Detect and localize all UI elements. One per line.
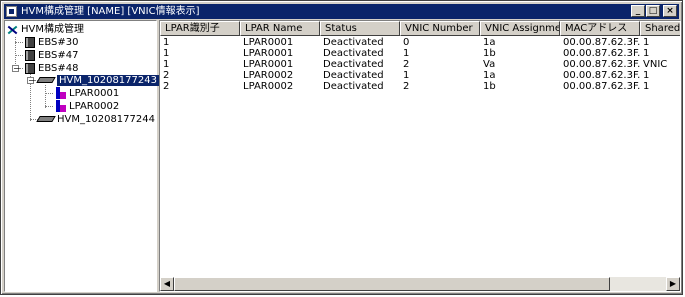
cell-lpar-name: LPAR0002 — [243, 81, 294, 92]
cell-mac-address: 00.00.87.62.3F.00 — [563, 37, 640, 48]
blade-icon — [36, 116, 56, 122]
cell-vnic-number: 1 — [403, 70, 410, 81]
main-window: HVM構成管理 [NAME] [VNIC情報表示] _ □ × HVM構成管理 … — [0, 0, 683, 295]
cell-status: Deactivated — [323, 81, 384, 92]
column-header-shared[interactable]: Shared N — [640, 21, 680, 36]
tree-item-label: EBS#30 — [38, 37, 79, 48]
column-header-mac-address[interactable]: MACアドレス — [560, 21, 640, 36]
cell-status: Deactivated — [323, 48, 384, 59]
scroll-left-icon[interactable]: ◀ — [160, 277, 174, 291]
cell-lpar-id: 1 — [163, 59, 170, 70]
cell-lpar-name: LPAR0001 — [243, 37, 294, 48]
cell-lpar-id: 2 — [163, 81, 170, 92]
tree-view[interactable]: HVM構成管理 EBS#30 EBS#47 − EBS#48 − HVM_102… — [4, 20, 159, 292]
tree-item-root[interactable]: HVM構成管理 — [7, 23, 84, 36]
cell-vnic-assignment: 1a — [483, 70, 496, 81]
blade-icon — [36, 77, 56, 83]
chassis-icon — [25, 49, 35, 61]
title-bar[interactable]: HVM構成管理 [NAME] [VNIC情報表示] _ □ × — [4, 4, 679, 19]
cell-vnic-assignment: 1a — [483, 37, 496, 48]
tree-item-chassis[interactable]: EBS#47 — [25, 49, 78, 62]
scrollbar-thumb[interactable] — [174, 277, 610, 291]
collapse-toggle[interactable]: − — [27, 77, 35, 85]
lpar-icon — [55, 100, 66, 112]
cell-shared: 1 — [643, 81, 650, 92]
cell-lpar-id: 1 — [163, 37, 170, 48]
hvm-manager-icon — [7, 24, 18, 35]
tree-line — [45, 93, 53, 94]
tree-line — [15, 42, 23, 43]
cell-lpar-name: LPAR0002 — [243, 70, 294, 81]
window-title: HVM構成管理 [NAME] [VNIC情報表示] — [21, 6, 200, 17]
minimize-button[interactable]: _ — [631, 5, 645, 17]
cell-vnic-assignment: 1b — [483, 48, 496, 59]
tree-item-label: HVM構成管理 — [21, 24, 84, 35]
maximize-button[interactable]: □ — [646, 5, 660, 17]
column-header-vnic-assignment[interactable]: VNIC Assignme... — [480, 21, 560, 36]
cell-shared: 1 — [643, 48, 650, 59]
cell-status: Deactivated — [323, 59, 384, 70]
column-header-vnic-number[interactable]: VNIC Number — [400, 21, 480, 36]
cell-shared: VNIC — [643, 59, 668, 70]
tree-item-label: LPAR0002 — [69, 101, 120, 112]
tree-item-lpar[interactable]: LPAR0001 — [55, 87, 119, 100]
cell-lpar-name: LPAR0001 — [243, 48, 294, 59]
scroll-right-icon[interactable]: ▶ — [666, 277, 680, 291]
horizontal-scrollbar[interactable]: ◀ ▶ — [160, 277, 680, 291]
chassis-icon — [25, 36, 35, 48]
tree-item-label: HVM_10208177243 — [57, 75, 159, 86]
cell-mac-address: 00.00.87.62.3F.01 — [563, 48, 640, 59]
cell-vnic-assignment: Va — [483, 59, 496, 70]
vnic-list[interactable]: LPAR識別子 LPAR Name Status VNIC Number VNI… — [159, 20, 681, 292]
collapse-toggle[interactable]: − — [12, 65, 20, 73]
cell-shared: 1 — [643, 70, 650, 81]
tree-item-label: EBS#48 — [38, 63, 79, 74]
cell-vnic-number: 0 — [403, 37, 410, 48]
cell-vnic-number: 2 — [403, 59, 410, 70]
cell-lpar-name: LPAR0001 — [243, 59, 294, 70]
tree-item-hvm[interactable]: HVM_10208177244 — [36, 113, 155, 126]
tree-line — [45, 106, 53, 107]
tree-item-label: HVM_10208177244 — [57, 114, 155, 125]
tree-item-lpar[interactable]: LPAR0002 — [55, 100, 119, 113]
tree-item-hvm[interactable]: HVM_10208177243 — [36, 74, 159, 87]
column-header-lpar-id[interactable]: LPAR識別子 — [160, 21, 240, 36]
cell-mac-address: 00.00.87.62.3F.0A — [563, 81, 640, 92]
close-button[interactable]: × — [663, 5, 677, 17]
cell-status: Deactivated — [323, 37, 384, 48]
cell-status: Deactivated — [323, 70, 384, 81]
column-header-lpar-name[interactable]: LPAR Name — [240, 21, 320, 36]
cell-vnic-number: 1 — [403, 48, 410, 59]
tree-item-label: EBS#47 — [38, 50, 79, 61]
chassis-icon — [25, 62, 35, 74]
cell-vnic-assignment: 1b — [483, 81, 496, 92]
cell-lpar-id: 1 — [163, 48, 170, 59]
cell-mac-address: 00.00.87.62.3F.09 — [563, 70, 640, 81]
app-icon — [6, 6, 17, 17]
cell-shared: 1 — [643, 37, 650, 48]
tree-item-label: LPAR0001 — [69, 88, 120, 99]
cell-vnic-number: 2 — [403, 81, 410, 92]
tree-line — [45, 85, 46, 108]
tree-line — [15, 55, 23, 56]
cell-lpar-id: 2 — [163, 70, 170, 81]
tree-item-chassis[interactable]: EBS#30 — [25, 36, 78, 49]
column-header-status[interactable]: Status — [320, 21, 400, 36]
lpar-icon — [55, 87, 66, 99]
cell-mac-address: 00.00.87.62.3F.02 — [563, 59, 640, 70]
